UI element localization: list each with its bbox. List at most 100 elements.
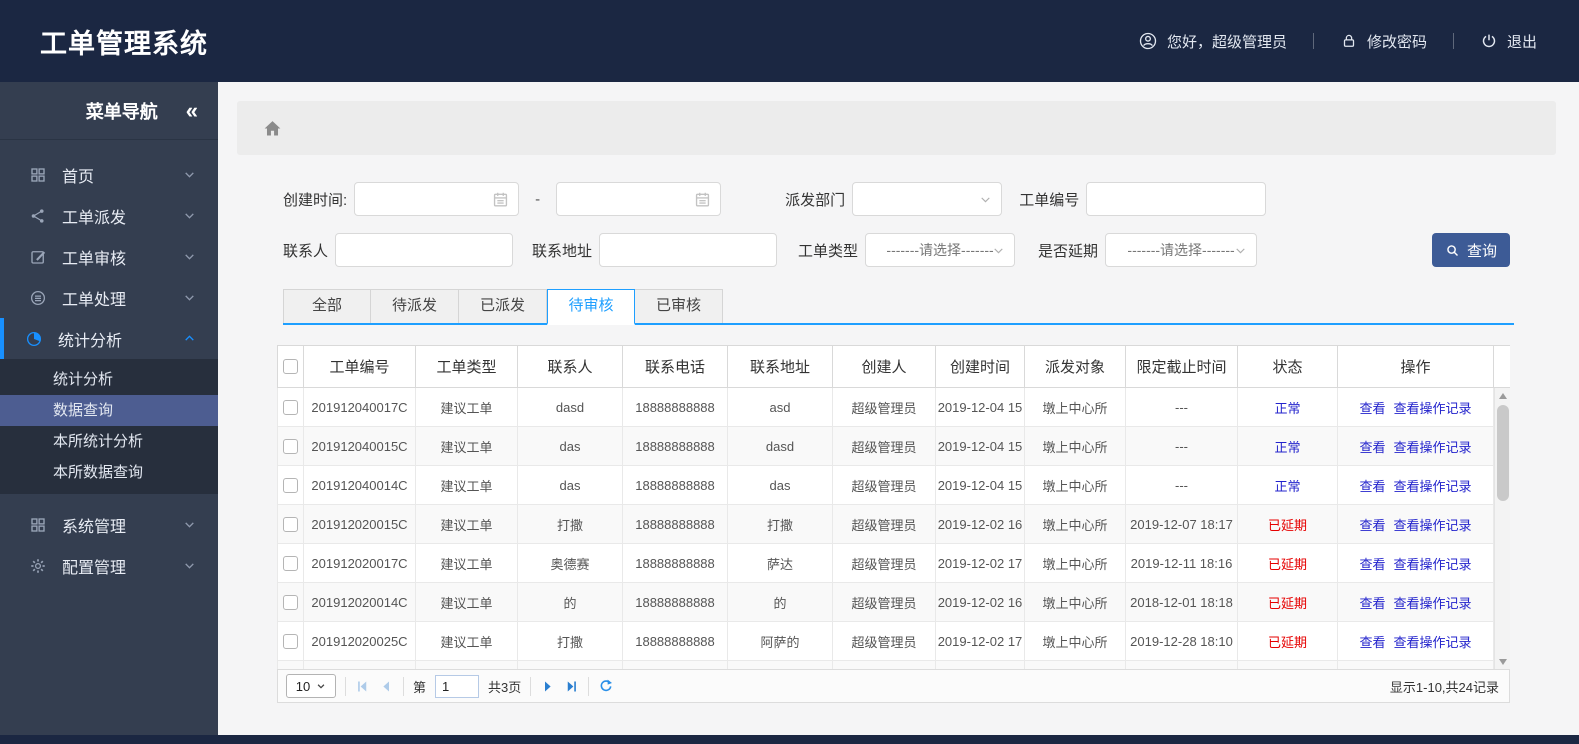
- view-link[interactable]: 查看: [1359, 479, 1385, 494]
- cell-contact: 打撒: [517, 621, 623, 661]
- cell-phone: 18888888888: [622, 504, 728, 544]
- sidebar-item-statistics[interactable]: 统计分析: [0, 318, 218, 359]
- order-type-select[interactable]: -------请选择-------: [865, 233, 1016, 267]
- submenu-item-statistics[interactable]: 统计分析: [0, 364, 218, 395]
- scroll-up-button[interactable]: [1495, 388, 1510, 403]
- row-checkbox[interactable]: [283, 633, 298, 649]
- row-checkbox[interactable]: [283, 516, 298, 532]
- cell-deadline: 2018-12-01 18:18: [1125, 582, 1238, 622]
- row-checkbox[interactable]: [283, 477, 298, 493]
- cell-phone: 18888888888: [622, 543, 728, 583]
- chevron-down-icon: [979, 193, 992, 206]
- calendar-icon[interactable]: [491, 190, 510, 209]
- cell-creator: 超级管理员: [832, 387, 936, 427]
- gear-icon: [29, 557, 47, 575]
- view-link[interactable]: 查看: [1359, 557, 1385, 572]
- cell-address: 阿萨的: [727, 621, 833, 661]
- table-scrollbar[interactable]: [1494, 388, 1510, 669]
- address-input[interactable]: [600, 234, 777, 266]
- cell-created: 2019-12-02 16: [935, 582, 1025, 622]
- view-link[interactable]: 查看: [1359, 401, 1385, 416]
- view-log-link[interactable]: 查看操作记录: [1394, 440, 1472, 455]
- table-row: 201912020017C 建议工单 奥德赛 18888888888 萨达 超级…: [277, 543, 1510, 583]
- next-page-button[interactable]: [540, 679, 555, 694]
- cell-order-type: 建议工单: [415, 504, 518, 544]
- table-row: 201912040015C 建议工单 das 18888888888 dasd …: [277, 426, 1510, 466]
- sidebar-item-dispatch[interactable]: 工单派发: [0, 195, 218, 236]
- order-no-label: 工单编号: [1019, 191, 1080, 209]
- submenu-item-data-query[interactable]: 数据查询: [0, 395, 218, 426]
- sidebar-collapse-icon[interactable]: «: [186, 99, 198, 122]
- view-link[interactable]: 查看: [1359, 440, 1385, 455]
- cell-order-no: 201912020014C: [303, 582, 416, 622]
- view-link[interactable]: 查看: [1359, 596, 1385, 611]
- dispatch-dept-select[interactable]: [852, 182, 1003, 216]
- cell-dispatch-target: 墩上中心所: [1024, 621, 1126, 661]
- cell-address: 打撒: [727, 504, 833, 544]
- row-checkbox[interactable]: [283, 399, 298, 415]
- first-page-button[interactable]: [355, 679, 370, 694]
- created-time-label: 创建时间:: [283, 191, 348, 209]
- view-log-link[interactable]: 查看操作记录: [1394, 401, 1472, 416]
- cell-address: asd: [727, 387, 833, 427]
- cell-order-type: 建议工单: [415, 621, 518, 661]
- page-size-select[interactable]: 10: [286, 674, 336, 698]
- cell-created: 2019-12-02 17: [935, 543, 1025, 583]
- sidebar-item-review[interactable]: 工单审核: [0, 236, 218, 277]
- page-size-value: 10: [295, 678, 311, 694]
- cell-order-type: 建议工单: [415, 582, 518, 622]
- sidebar-item-process[interactable]: 工单处理: [0, 277, 218, 318]
- pie-chart-icon: [25, 330, 43, 348]
- chevron-down-icon: [1234, 244, 1247, 257]
- contact-input[interactable]: [336, 234, 513, 266]
- logout-button[interactable]: 退出: [1480, 31, 1537, 52]
- select-all-checkbox[interactable]: [283, 359, 298, 374]
- app-header: 工单管理系统 您好，超级管理员 修改密码 退出: [0, 0, 1579, 82]
- header-divider: [1312, 33, 1314, 49]
- refresh-button[interactable]: [598, 678, 614, 694]
- sidebar-item-system[interactable]: 系统管理: [0, 504, 218, 545]
- submenu-item-local-data-query[interactable]: 本所数据查询: [0, 457, 218, 488]
- change-password-button[interactable]: 修改密码: [1340, 31, 1427, 52]
- delay-select[interactable]: -------请选择-------: [1105, 233, 1258, 267]
- tab-dispatched[interactable]: 已派发: [459, 289, 547, 323]
- cell-creator: 超级管理员: [832, 465, 936, 505]
- tab-pending-review[interactable]: 待审核: [547, 289, 635, 325]
- last-page-button[interactable]: [564, 679, 579, 694]
- start-date-field: [354, 182, 520, 216]
- order-no-input[interactable]: [1087, 183, 1266, 215]
- submenu-item-local-statistics[interactable]: 本所统计分析: [0, 426, 218, 457]
- share-icon: [29, 207, 47, 225]
- col-creator: 创建人: [832, 345, 936, 388]
- cell-order-no: 201912040017C: [303, 387, 416, 427]
- tab-pending-dispatch[interactable]: 待派发: [371, 289, 459, 323]
- row-checkbox[interactable]: [283, 594, 298, 610]
- view-log-link[interactable]: 查看操作记录: [1394, 635, 1472, 650]
- tab-reviewed[interactable]: 已审核: [635, 289, 723, 323]
- cell-created: 2019-12-02 17: [935, 621, 1025, 661]
- cell-address: 的: [727, 582, 833, 622]
- tab-all[interactable]: 全部: [283, 289, 371, 323]
- prev-page-button[interactable]: [379, 679, 394, 694]
- sidebar-item-config[interactable]: 配置管理: [0, 545, 218, 586]
- row-checkbox[interactable]: [283, 555, 298, 571]
- calendar-icon[interactable]: [693, 190, 712, 209]
- user-greeting[interactable]: 您好，超级管理员: [1138, 31, 1287, 52]
- greeting-text: 您好，超级管理员: [1166, 33, 1287, 51]
- view-log-link[interactable]: 查看操作记录: [1394, 479, 1472, 494]
- view-log-link[interactable]: 查看操作记录: [1394, 596, 1472, 611]
- view-log-link[interactable]: 查看操作记录: [1394, 557, 1472, 572]
- scroll-down-button[interactable]: [1495, 654, 1510, 669]
- view-link[interactable]: 查看: [1359, 518, 1385, 533]
- cell-order-type: 建议工单: [415, 543, 518, 583]
- view-link[interactable]: 查看: [1359, 635, 1385, 650]
- view-log-link[interactable]: 查看操作记录: [1394, 518, 1472, 533]
- page-number-input[interactable]: [435, 674, 480, 698]
- sidebar-item-home[interactable]: 首页: [0, 154, 218, 195]
- cell-creator: 超级管理员: [832, 582, 936, 622]
- row-checkbox[interactable]: [283, 438, 298, 454]
- home-icon[interactable]: [262, 118, 283, 139]
- scrollbar-thumb[interactable]: [1496, 405, 1509, 501]
- col-deadline: 限定截止时间: [1125, 345, 1238, 388]
- search-button[interactable]: 查询: [1432, 233, 1510, 267]
